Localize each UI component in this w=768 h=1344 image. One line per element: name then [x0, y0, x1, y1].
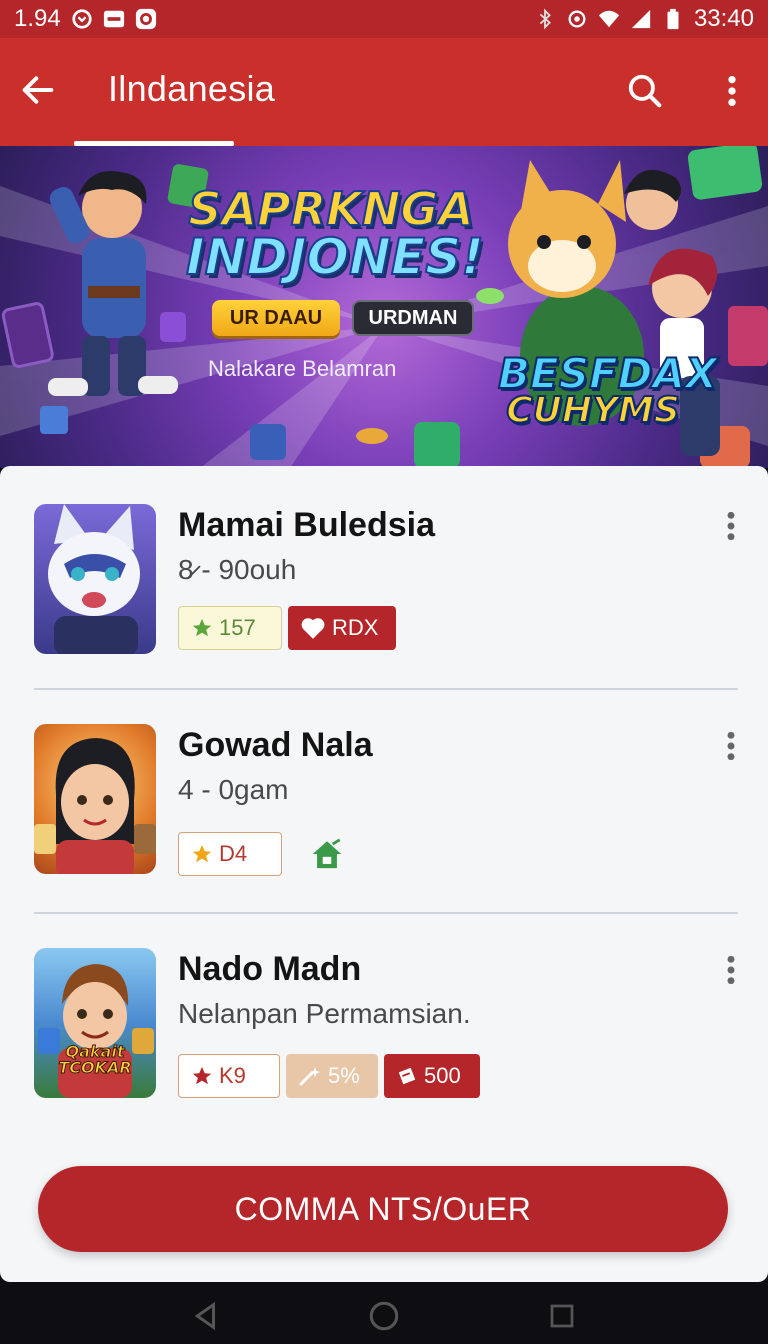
ticket-icon [398, 1067, 416, 1085]
tag-label: 500 [424, 1063, 461, 1088]
game-subtitle: Nelanpan Permamsian. [178, 998, 471, 1029]
tag-row: 157 RDX [178, 606, 396, 650]
tag-row: D4 [178, 832, 350, 876]
banner-badge-line2: CUHYMS [505, 389, 681, 431]
game-list: Mamai Buledsia 8̷ - 90ouh 157 RDX Gowad … [0, 466, 768, 1282]
more-vert-icon [727, 731, 735, 761]
more-vert-icon [727, 511, 735, 541]
banner-headline: SAPRKNGA INDJONES! [185, 182, 485, 286]
house-icon [312, 838, 342, 869]
back-button[interactable] [16, 68, 60, 112]
circle-icon [135, 8, 156, 30]
list-item[interactable]: Gowad Nala 4 - 0gam D4 [0, 686, 768, 910]
page-title: Ilndanesia [108, 68, 276, 109]
back-arrow-icon [22, 76, 54, 104]
banner-primary-button[interactable]: UR DAAU [212, 300, 340, 336]
wand-icon [299, 1067, 320, 1086]
list-item[interactable]: Mamai Buledsia 8̷ - 90ouh 157 RDX [0, 466, 768, 690]
thumbnail-logo-text: Qakait TCOKAR [58, 1042, 132, 1077]
list-item[interactable]: Qakait TCOKAR Nado Madn Nelanpan Permams… [0, 910, 768, 1134]
game-title: Gowad Nala [178, 726, 373, 764]
banner-secondary-button[interactable]: URDMAN [352, 300, 474, 336]
status-bar: 1.94 33:40 [0, 0, 768, 38]
wifi-icon [598, 10, 620, 28]
sync-icon [72, 9, 92, 29]
nav-home-button[interactable] [364, 1296, 404, 1336]
item-more-button[interactable] [716, 728, 746, 764]
banner-badge-line1: BESFDAX [497, 349, 718, 398]
house-badge[interactable] [304, 834, 350, 874]
nav-back-button[interactable] [186, 1296, 226, 1336]
tag-label: 157 [219, 615, 256, 640]
price-tag[interactable]: 500 [384, 1054, 480, 1098]
home-circle-icon [369, 1301, 399, 1331]
favorite-tag[interactable]: RDX [288, 606, 396, 650]
battery-icon [667, 8, 679, 30]
app-bar: Ilndanesia [0, 38, 768, 146]
game-thumbnail[interactable] [34, 504, 156, 654]
tag-label: RDX [332, 615, 379, 640]
comments-button[interactable]: COMMA NTS/OuER [38, 1166, 728, 1252]
system-nav-bar [0, 1282, 768, 1344]
signal-icon [631, 9, 651, 29]
search-button[interactable] [622, 68, 668, 114]
banner-badge-logo: BESFDAX CUHYMS [497, 349, 718, 431]
banner-title-line2: INDJONES! [185, 228, 485, 286]
game-title: Mamai Buledsia [178, 506, 435, 544]
game-title: Nado Madn [178, 950, 362, 988]
item-more-button[interactable] [716, 508, 746, 544]
cat-character-icon [48, 504, 140, 654]
game-subtitle: 4 - 0gam [178, 774, 289, 805]
banner-subtitle: Nalakare Belamran [208, 356, 397, 381]
back-triangle-icon [194, 1301, 215, 1331]
game-thumbnail[interactable]: Qakait TCOKAR [34, 948, 156, 1098]
rating-tag[interactable]: K9 [178, 1054, 280, 1098]
tag-label: 5% [328, 1063, 360, 1088]
tag-label: K9 [219, 1063, 246, 1088]
more-vert-icon [728, 75, 736, 107]
location-icon [568, 10, 586, 28]
game-thumbnail[interactable] [34, 724, 156, 874]
tag-row: K9 5% 500 [178, 1054, 480, 1098]
nav-recents-button[interactable] [542, 1296, 582, 1336]
star-icon [192, 618, 212, 637]
status-time-right: 33:40 [693, 5, 754, 32]
girl-character-icon [34, 738, 156, 874]
bluetooth-icon [539, 8, 551, 30]
rating-tag[interactable]: 157 [178, 606, 282, 650]
more-vert-icon [727, 955, 735, 985]
discount-tag[interactable]: 5% [286, 1054, 378, 1098]
rating-tag[interactable]: D4 [178, 832, 282, 876]
star-icon [192, 1066, 212, 1085]
promo-banner[interactable]: SAPRKNGA INDJONES! UR DAAU URDMAN Nalaka… [0, 146, 768, 468]
star-icon [192, 844, 212, 863]
game-subtitle: 8̷ - 90ouh [178, 554, 297, 585]
tag-label: D4 [219, 841, 248, 866]
recents-square-icon [550, 1304, 574, 1328]
item-more-button[interactable] [716, 952, 746, 988]
search-icon [628, 74, 662, 108]
notification-icon [103, 10, 124, 28]
status-time-left: 1.94 [14, 5, 61, 32]
overflow-menu-button[interactable] [712, 68, 752, 114]
banner-title-line1: SAPRKNGA [187, 182, 474, 236]
heart-icon [301, 618, 325, 639]
